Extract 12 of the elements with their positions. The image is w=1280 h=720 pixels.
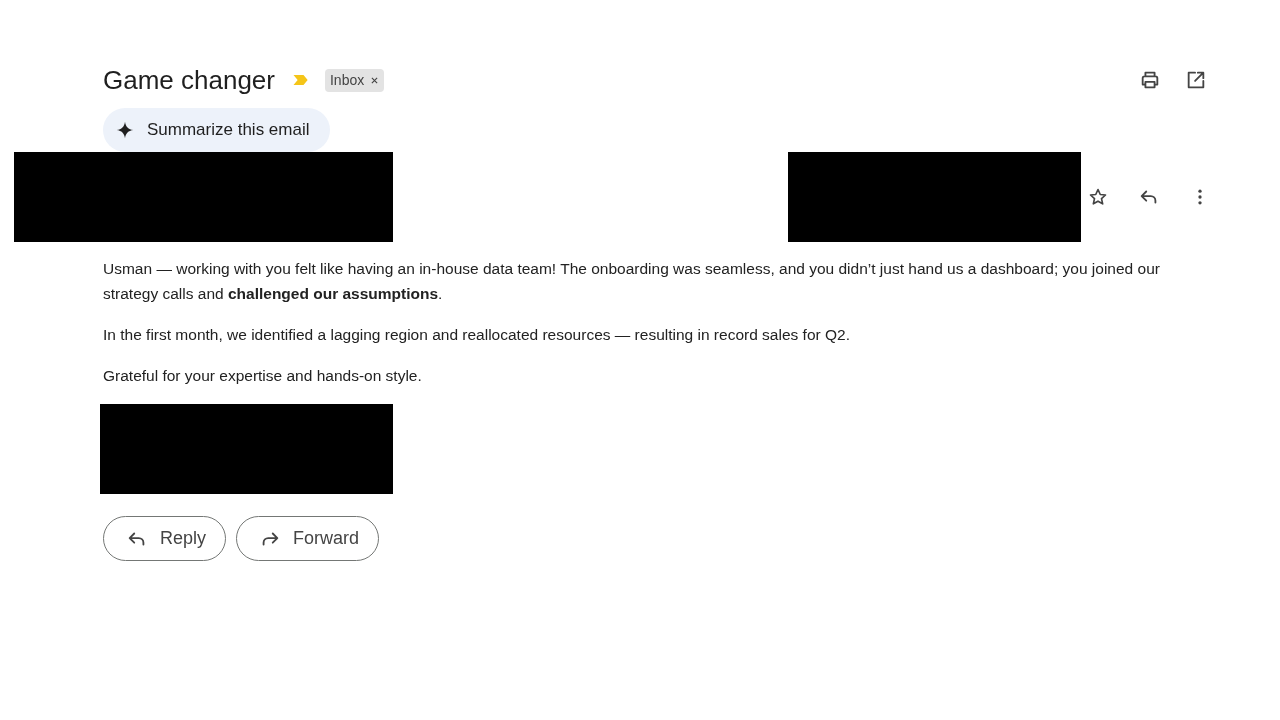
summarize-button[interactable]: Summarize this email xyxy=(103,108,330,152)
new-window-icon[interactable] xyxy=(1185,69,1207,91)
label-chip[interactable]: Inbox xyxy=(325,68,385,92)
email-subject: Game changer xyxy=(103,64,275,97)
star-icon[interactable] xyxy=(1088,187,1108,207)
print-icon[interactable] xyxy=(1139,69,1161,91)
close-icon[interactable] xyxy=(370,75,380,85)
body-paragraph: In the first month, we identified a lagging region and reallocated resources — resulting in record sales for Q2. xyxy=(103,325,851,345)
reply-button[interactable]: Reply xyxy=(103,516,227,561)
body-paragraph: Usman — working with you felt like having an in-house data team! The onboarding was seamless, and you didn’t just hand us a dashboard; you joined our strategy calls and challenged our assumptions. xyxy=(103,259,1161,304)
body-paragraph: Grateful for your expertise and hands-on style. xyxy=(103,366,423,386)
forward-button[interactable]: Forward xyxy=(236,516,380,561)
